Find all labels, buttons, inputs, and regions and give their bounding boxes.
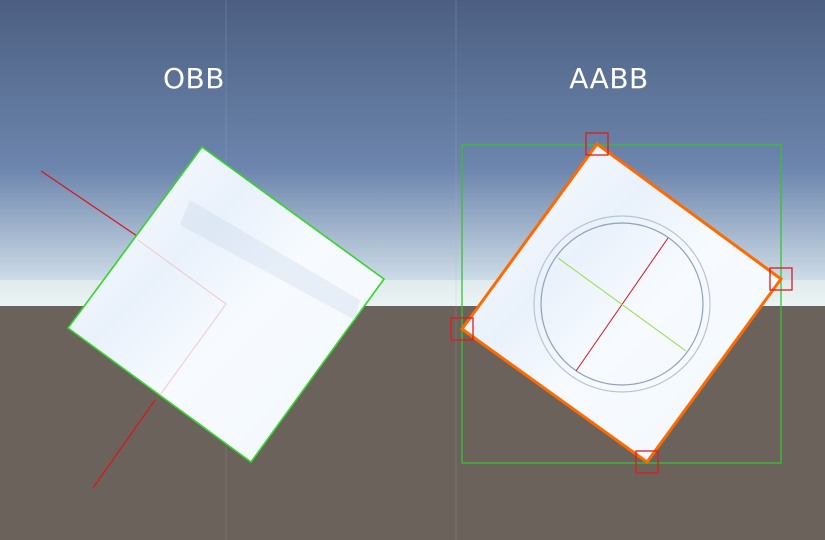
scene-canvas[interactable] bbox=[0, 0, 825, 540]
scene-viewport[interactable]: OBB AABB bbox=[0, 0, 825, 540]
aabb-label: AABB bbox=[569, 62, 649, 95]
obb-label: OBB bbox=[163, 62, 225, 95]
